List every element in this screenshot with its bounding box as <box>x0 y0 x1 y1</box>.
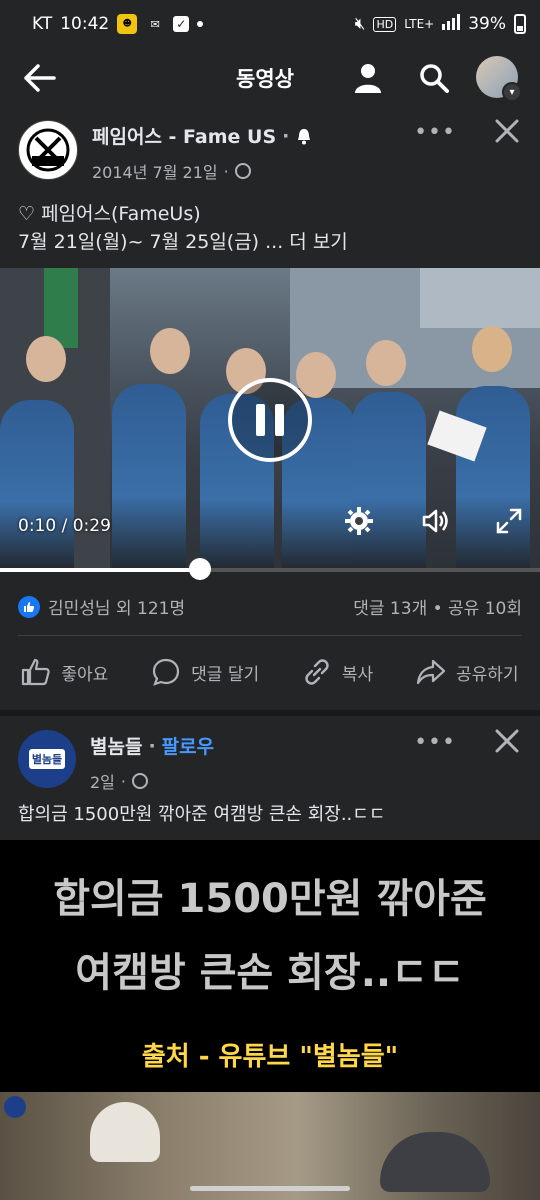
globe-icon <box>132 773 148 789</box>
search-icon <box>420 64 449 93</box>
close-button[interactable] <box>492 116 522 146</box>
page-avatar[interactable] <box>18 120 78 180</box>
copy-label: 복사 <box>341 664 374 685</box>
mute-icon: 🔇︎ <box>354 14 366 34</box>
globe-icon <box>234 163 251 179</box>
volume-icon <box>422 509 448 533</box>
notification-app-icon: ☻ <box>117 14 138 34</box>
chevron-down-icon: ▾ <box>502 82 522 102</box>
post-text: 합의금 1500만원 깎아준 여캠방 큰손 회장..ㄷㄷ <box>18 804 386 825</box>
carrier-label: KT <box>32 14 53 34</box>
battery-percent: 39% <box>468 14 506 34</box>
share-label: 공유하기 <box>456 664 519 685</box>
divider <box>18 635 522 636</box>
clock: 10:42 <box>60 14 110 34</box>
page-logo: 별놈들 <box>28 749 66 769</box>
share-arrow-icon <box>416 659 446 685</box>
search-button[interactable] <box>414 58 454 98</box>
post-header: 페임어스 - Fame US · 2014년 7월 21일 · <box>18 120 313 183</box>
settings-button[interactable] <box>342 504 376 538</box>
gear-icon <box>345 507 373 535</box>
fullscreen-button[interactable] <box>492 504 526 538</box>
post-meta: 2014년 7월 21일 · <box>92 159 313 183</box>
share-button[interactable]: 공유하기 <box>416 658 519 686</box>
person-figure <box>0 400 74 570</box>
person-icon <box>355 64 381 93</box>
status-bar: KT 10:42 ☻ ✉ ✓ 🔇︎ HD LTE+ 39% <box>0 0 540 48</box>
close-icon <box>495 729 519 753</box>
comment-label: 댓글 달기 <box>191 664 260 685</box>
post-meta: 2일 · <box>90 769 214 793</box>
home-indicator[interactable] <box>190 1186 350 1191</box>
person-figure <box>112 384 186 570</box>
top-nav-bar: 동영상 ▾ <box>0 48 540 106</box>
more-options-button[interactable]: ••• <box>414 120 456 145</box>
post-date[interactable]: 2일 <box>90 769 115 793</box>
hd-voice-icon: HD <box>373 16 397 32</box>
bell-icon[interactable] <box>295 127 313 145</box>
video-progress-bar[interactable] <box>0 558 540 580</box>
close-icon <box>495 119 519 143</box>
like-label: 좋아요 <box>61 664 109 685</box>
video-scrubber-handle[interactable] <box>188 558 211 580</box>
channel-watermark <box>4 1096 26 1118</box>
post-header: 별놈들 별놈들 · 팔로우 2일 · <box>18 730 214 793</box>
video-progress-fill <box>0 568 200 572</box>
close-button[interactable] <box>492 726 522 756</box>
post-text-line1: ♡ 페임어스(FameUs) <box>18 203 201 225</box>
thumbnail-caption-line2: 여캠방 큰손 회장..ㄷㄷ <box>75 950 465 996</box>
post-author[interactable]: 페임어스 - Fame US · <box>92 122 313 149</box>
more-options-button[interactable]: ••• <box>414 730 456 755</box>
post-author[interactable]: 별놈들 · 팔로우 <box>90 732 214 759</box>
comment-bubble-icon <box>153 658 180 686</box>
page-avatar[interactable]: 별놈들 <box>18 730 76 788</box>
post-stats: 김민성님 외 121명 댓글 13개 • 공유 10회 <box>18 594 522 619</box>
signal-icon <box>442 13 461 35</box>
comment-button[interactable]: 댓글 달기 <box>151 657 259 687</box>
video-post-card: 별놈들 별놈들 · 팔로우 2일 · ••• 합의금 1500만원 깎아준 여캠… <box>0 716 540 1200</box>
person-figure <box>456 386 530 570</box>
video-post-card: 페임어스 - Fame US · 2014년 7월 21일 · ••• ♡ 페임… <box>0 106 540 710</box>
like-button[interactable]: 좋아요 <box>21 658 108 686</box>
thumbnail-source: 출처 - 유튜브 "별놈들" <box>141 1042 399 1072</box>
author-name[interactable]: 페임어스 - Fame US <box>92 122 276 149</box>
copy-link-button[interactable]: 복사 <box>302 657 373 687</box>
reactions-summary[interactable]: 김민성님 외 121명 <box>48 594 185 619</box>
volume-button[interactable] <box>418 504 452 538</box>
battery-icon <box>514 14 526 34</box>
thumbnail-caption-line1: 합의금 1500만원 깎아준 <box>53 876 487 922</box>
network-type: LTE+ <box>404 17 435 31</box>
fameus-logo-icon <box>26 128 70 172</box>
post-date[interactable]: 2014년 7월 21일 <box>92 159 218 183</box>
pause-button[interactable] <box>228 378 312 462</box>
account-avatar[interactable]: ▾ <box>476 56 522 102</box>
profile-button[interactable] <box>348 58 388 98</box>
link-icon <box>305 659 329 685</box>
follow-button[interactable]: 팔로우 <box>162 732 214 759</box>
thumbnail-image <box>0 1092 540 1200</box>
person-figure <box>352 392 426 570</box>
more-notifications-dot <box>197 21 204 27</box>
checkbox-notification-icon: ✓ <box>173 16 190 32</box>
video-time: 0:10 / 0:29 <box>18 516 111 536</box>
post-actions: 좋아요 댓글 달기 복사 공유하기 <box>0 646 540 698</box>
video-player[interactable]: 0:10 / 0:29 <box>0 268 540 570</box>
video-thumbnail[interactable]: 합의금 1500만원 깎아준 여캠방 큰손 회장..ㄷㄷ 출처 - 유튜브 "별… <box>0 840 540 1200</box>
post-text: ♡ 페임어스(FameUs) 7월 21일(월)~ 7월 25일(금) ... … <box>18 200 348 256</box>
comment-share-counts[interactable]: 댓글 13개 • 공유 10회 <box>353 594 522 619</box>
like-reaction-icon <box>18 595 40 618</box>
expand-icon <box>496 508 522 534</box>
post-text-line2[interactable]: 7월 21일(월)~ 7월 25일(금) ... 더 보기 <box>18 228 348 256</box>
thumbs-up-icon <box>22 658 51 686</box>
author-name[interactable]: 별놈들 <box>90 732 142 759</box>
notification-icon: ✉ <box>150 17 160 31</box>
